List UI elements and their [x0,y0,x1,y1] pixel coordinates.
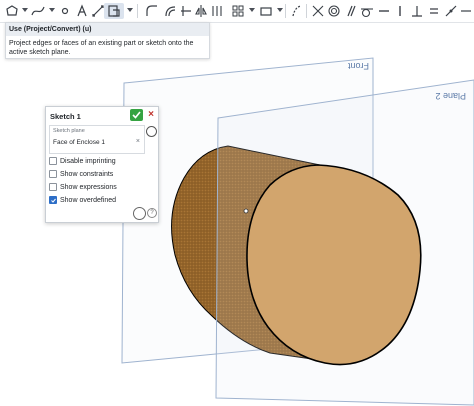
disable-imprinting-checkbox[interactable]: Disable imprinting [49,156,116,166]
help-icon[interactable]: ? [147,208,157,218]
circle-tool-icon[interactable] [4,3,20,19]
point-tool-icon[interactable] [57,3,73,19]
transform-dropdown-icon[interactable] [277,8,283,12]
checkbox-label: Show expressions [60,183,117,191]
checkmark-icon [50,198,56,203]
clear-selection-icon[interactable]: × [136,138,140,145]
checkbox-label: Show overdefined [60,196,117,204]
sketch-feature-panel: Sketch 1 × Sketch plane Face of Enclose … [45,106,159,223]
checkbox-box[interactable] [49,170,57,178]
offset-tool-icon[interactable] [162,3,178,19]
pattern-dropdown-icon[interactable] [249,8,255,12]
tooltip-title: Use (Project/Convert) (u) [6,23,209,36]
pattern-grid-icon[interactable] [230,3,246,19]
spline-tool-icon[interactable] [30,3,46,19]
mirror-tool-icon[interactable] [193,3,209,19]
pattern-tool-icon[interactable] [209,3,225,19]
construction-tool-icon[interactable] [289,3,305,19]
tangent-tool-icon[interactable] [359,3,375,19]
use-dropdown-icon[interactable] [127,8,133,12]
checkbox-box-checked[interactable] [49,196,57,204]
sketch-plane-value: Face of Enclose 1 [53,139,106,146]
midpoint-tool-icon[interactable] [443,3,459,19]
coincident-tool-icon[interactable] [310,3,326,19]
use-tool-icon[interactable] [104,3,124,19]
sketch-plane-field[interactable]: Sketch plane Face of Enclose 1 × [49,125,145,154]
checkbox-box[interactable] [49,157,57,165]
accept-button[interactable] [130,109,143,121]
sketch-settings-icon[interactable] [133,207,146,220]
trim-tool-icon[interactable] [178,3,194,19]
concentric-tool-icon[interactable] [326,3,342,19]
use-tool-tooltip: Use (Project/Convert) (u) Project edges … [5,22,210,59]
panel-title: Sketch 1 [50,112,81,121]
perpendicular-tool-icon[interactable] [409,3,425,19]
sketch-plane-label: Sketch plane [53,128,85,134]
show-constraints-checkbox[interactable]: Show constraints [49,169,113,179]
view-normal-icon[interactable] [146,126,157,137]
spline-dropdown-icon[interactable] [49,8,55,12]
checkbox-label: Show constraints [60,170,114,178]
show-overdefined-checkbox[interactable]: Show overdefined [49,195,116,205]
fillet-tool-icon[interactable] [144,3,160,19]
front-plane-label: Front [347,61,369,71]
sketch-dropdown-icon[interactable] [22,8,28,12]
show-expressions-checkbox[interactable]: Show expressions [49,182,117,192]
sketch-toolbar [0,0,474,23]
plane-2-label: Plane 2 [435,91,466,101]
more-tool-icon[interactable] [458,3,474,19]
vertical-tool-icon[interactable] [392,3,408,19]
parallel-tool-icon[interactable] [343,3,359,19]
equal-tool-icon[interactable] [426,3,442,19]
checkbox-box[interactable] [49,183,57,191]
transform-tool-icon[interactable] [258,3,274,19]
text-tool-icon[interactable] [74,3,90,19]
checkmark-icon [132,111,141,119]
cancel-button[interactable]: × [146,109,156,121]
checkbox-label: Disable imprinting [60,157,116,165]
origin-point-icon[interactable] [243,208,249,214]
horizontal-tool-icon[interactable] [376,3,392,19]
